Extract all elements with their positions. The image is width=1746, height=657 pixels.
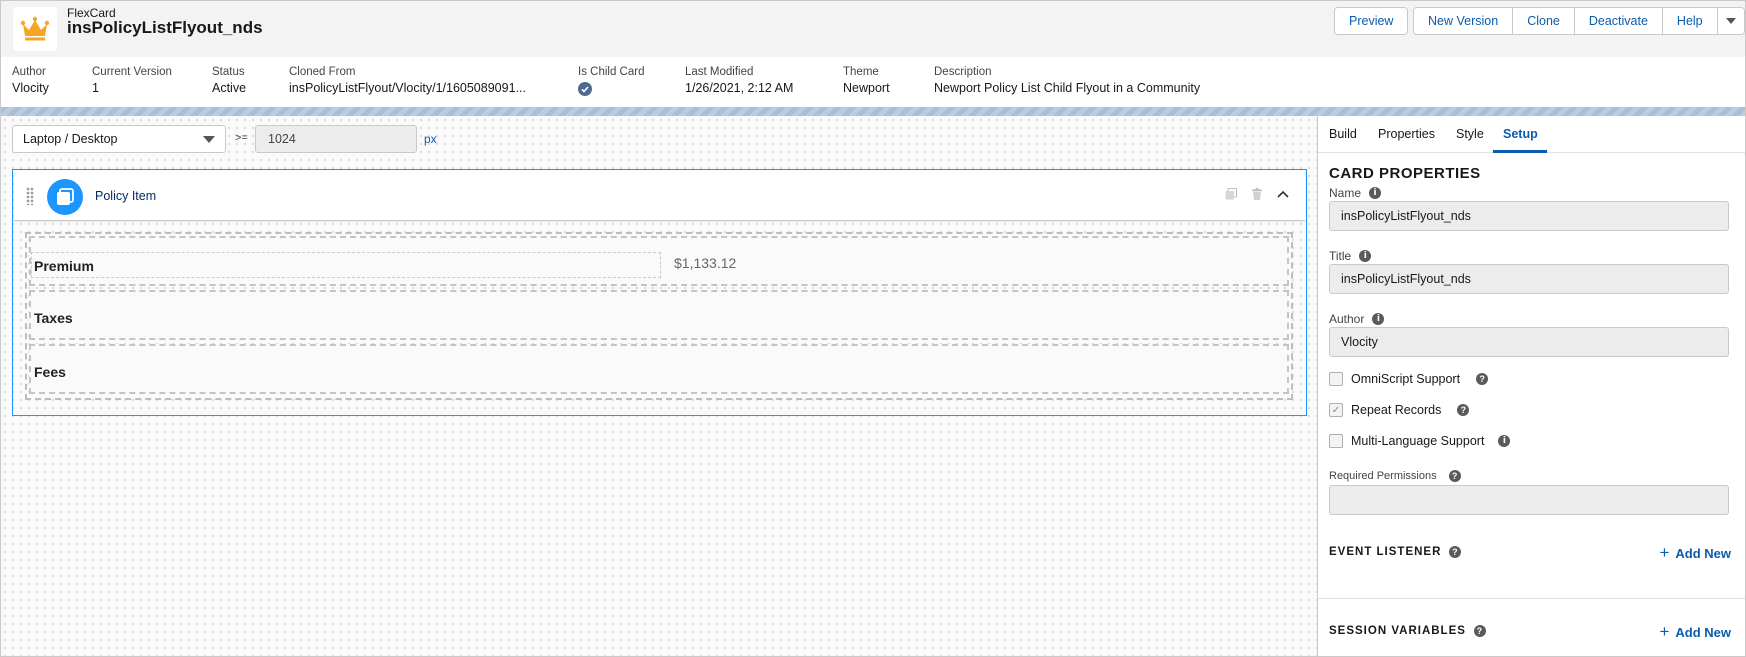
multi-language-row: Multi-Language Support i xyxy=(1329,434,1511,448)
deactivate-button[interactable]: Deactivate xyxy=(1574,8,1663,34)
event-listener-text: EVENT LISTENER xyxy=(1329,546,1442,558)
meta-cloned-from: Cloned From insPolicyListFlyout/Vlocity/… xyxy=(289,66,526,95)
multi-language-checkbox[interactable] xyxy=(1329,434,1343,448)
multi-language-label: Multi-Language Support xyxy=(1351,434,1485,448)
chevron-down-icon xyxy=(1725,18,1736,24)
meta-author: Author Vlocity xyxy=(12,66,49,95)
premium-value: $1,133.12 xyxy=(674,255,737,271)
author-label: Author i xyxy=(1329,312,1385,326)
meta-status: Status Active xyxy=(212,66,247,95)
repeat-records-checkbox[interactable]: ✓ xyxy=(1329,403,1343,417)
plus-icon: + xyxy=(1659,543,1670,562)
premium-field[interactable] xyxy=(31,252,661,278)
card-icon xyxy=(47,179,83,215)
title-input[interactable]: insPolicyListFlyout_nds xyxy=(1329,264,1729,294)
help-icon[interactable]: ? xyxy=(1473,625,1486,637)
active-tab-indicator xyxy=(1493,150,1547,153)
author-input[interactable]: Vlocity xyxy=(1329,327,1729,357)
flexcard-designer: FlexCard insPolicyListFlyout_nds Preview… xyxy=(0,0,1746,657)
page-title: insPolicyListFlyout_nds xyxy=(67,18,263,37)
meta-is-child-card: Is Child Card xyxy=(578,66,644,96)
tab-build[interactable]: Build xyxy=(1329,127,1357,141)
block-row-taxes[interactable]: Taxes xyxy=(29,290,1289,340)
actions-group: New Version Clone Deactivate Help xyxy=(1413,7,1745,35)
title-label-text: Title xyxy=(1329,249,1352,263)
repeat-records-label: Repeat Records xyxy=(1351,403,1442,417)
info-icon[interactable]: i xyxy=(1498,435,1511,447)
check-circle-icon xyxy=(578,82,592,96)
block-row-premium[interactable]: Premium $1,133.12 xyxy=(29,236,1289,286)
help-icon[interactable]: ? xyxy=(1448,470,1461,482)
meta-last-modified: Last Modified 1/26/2021, 2:12 AM xyxy=(685,66,794,95)
divider xyxy=(1318,598,1745,599)
properties-panel: Build Properties Style Setup CARD PROPER… xyxy=(1317,116,1745,656)
session-variables-text: SESSION VARIABLES xyxy=(1329,625,1466,637)
add-new-label: Add New xyxy=(1675,624,1731,640)
omniscript-support-label: OmniScript Support xyxy=(1351,372,1461,386)
name-input[interactable]: insPolicyListFlyout_nds xyxy=(1329,201,1729,231)
card-blocks: Premium $1,133.12 Taxes Fees xyxy=(25,232,1293,400)
clone-button[interactable]: Clone xyxy=(1513,8,1575,34)
add-new-label: Add New xyxy=(1675,545,1731,561)
help-icon[interactable]: ? xyxy=(1457,404,1470,416)
chevron-down-icon xyxy=(203,136,215,143)
event-listener-heading: EVENT LISTENER ? xyxy=(1329,546,1462,558)
help-icon[interactable]: ? xyxy=(1449,546,1462,558)
fees-label: Fees xyxy=(34,364,66,380)
crown-icon xyxy=(13,7,57,51)
decorative-stripe xyxy=(1,107,1745,116)
card-state-header: Policy Item xyxy=(14,171,1305,221)
drag-handle-icon[interactable] xyxy=(26,187,34,205)
card-meta: Author Vlocity Current Version 1 Status … xyxy=(1,57,1745,107)
help-icon[interactable]: ? xyxy=(1476,373,1489,385)
meta-description: Description Newport Policy List Child Fl… xyxy=(934,66,1201,95)
info-icon[interactable]: i xyxy=(1369,187,1382,199)
repeat-records-row: ✓ Repeat Records ? xyxy=(1329,403,1470,417)
trash-icon[interactable] xyxy=(1251,188,1263,200)
omniscript-support-checkbox[interactable] xyxy=(1329,372,1343,386)
preview-group: Preview xyxy=(1334,7,1409,35)
block-row-fees[interactable]: Fees xyxy=(29,344,1289,394)
card-properties-heading: CARD PROPERTIES xyxy=(1329,165,1481,182)
session-variables-heading: SESSION VARIABLES ? xyxy=(1329,625,1486,637)
card-tools xyxy=(1225,188,1289,200)
title-label: Title i xyxy=(1329,249,1372,263)
meta-theme: Theme Newport xyxy=(843,66,890,95)
copy-icon[interactable] xyxy=(1225,188,1237,200)
page-header: FlexCard insPolicyListFlyout_nds Preview… xyxy=(1,1,1745,57)
preview-button[interactable]: Preview xyxy=(1335,8,1408,34)
plus-icon: + xyxy=(1659,622,1670,641)
device-select[interactable]: Laptop / Desktop xyxy=(12,125,226,153)
add-session-variable-button[interactable]: + Add New xyxy=(1659,622,1731,642)
info-icon[interactable]: i xyxy=(1359,250,1372,262)
add-event-listener-button[interactable]: + Add New xyxy=(1659,543,1731,563)
author-label-text: Author xyxy=(1329,312,1365,326)
meta-version: Current Version 1 xyxy=(92,66,172,95)
help-button[interactable]: Help xyxy=(1662,8,1718,34)
info-icon[interactable]: i xyxy=(1372,313,1385,325)
panel-tabs: Build Properties Style Setup xyxy=(1318,116,1745,153)
name-label-text: Name xyxy=(1329,186,1362,200)
design-canvas: Laptop / Desktop >= 1024 px Policy Item xyxy=(1,116,1317,656)
chevron-up-icon[interactable] xyxy=(1277,190,1289,198)
card-state-name: Policy Item xyxy=(95,189,157,203)
unit-label: px xyxy=(424,132,437,146)
required-permissions-text: Required Permissions xyxy=(1329,470,1437,482)
required-permissions-input[interactable] xyxy=(1329,485,1729,515)
omniscript-support-row: OmniScript Support ? xyxy=(1329,372,1489,386)
device-select-value: Laptop / Desktop xyxy=(23,132,118,146)
tab-style[interactable]: Style xyxy=(1456,127,1484,141)
name-label: Name i xyxy=(1329,186,1382,200)
new-version-button[interactable]: New Version xyxy=(1414,8,1514,34)
taxes-label: Taxes xyxy=(34,310,73,326)
breakpoint-operator: >= xyxy=(235,132,248,144)
tab-setup[interactable]: Setup xyxy=(1503,127,1538,141)
required-permissions-label: Required Permissions ? xyxy=(1329,470,1461,482)
card-container[interactable]: Policy Item Premium $1,133.12 Taxes Fees xyxy=(12,169,1307,416)
premium-label: Premium xyxy=(34,258,94,274)
more-actions-button[interactable] xyxy=(1717,8,1744,34)
breakpoint-width-input[interactable]: 1024 xyxy=(255,125,417,153)
tab-properties[interactable]: Properties xyxy=(1378,127,1435,141)
